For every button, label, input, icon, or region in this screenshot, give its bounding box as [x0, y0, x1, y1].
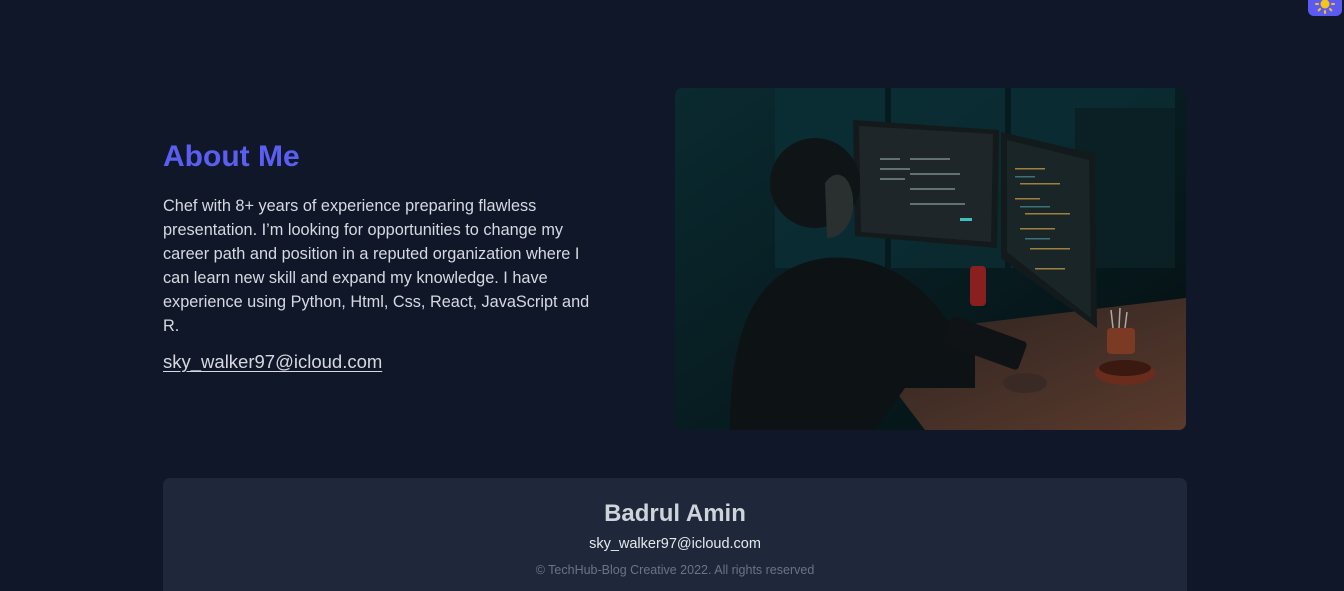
footer: Badrul Amin sky_walker97@icloud.com © Te… [163, 478, 1187, 591]
footer-copyright: © TechHub-Blog Creative 2022. All rights… [535, 563, 815, 577]
about-text-block: About Me Chef with 8+ years of experienc… [163, 138, 603, 373]
sun-icon [1315, 0, 1335, 14]
about-photo [675, 88, 1186, 430]
about-email-link[interactable]: sky_walker97@icloud.com [163, 351, 382, 373]
about-description: Chef with 8+ years of experience prepari… [163, 197, 590, 335]
theme-toggle-button[interactable] [1308, 0, 1342, 16]
footer-email[interactable]: sky_walker97@icloud.com [163, 535, 1187, 553]
about-title: About Me [163, 140, 300, 173]
about-section: About Me Chef with 8+ years of experienc… [163, 88, 1187, 430]
page: About Me Chef with 8+ years of experienc… [0, 0, 1344, 591]
footer-name: Badrul Amin [604, 500, 746, 527]
